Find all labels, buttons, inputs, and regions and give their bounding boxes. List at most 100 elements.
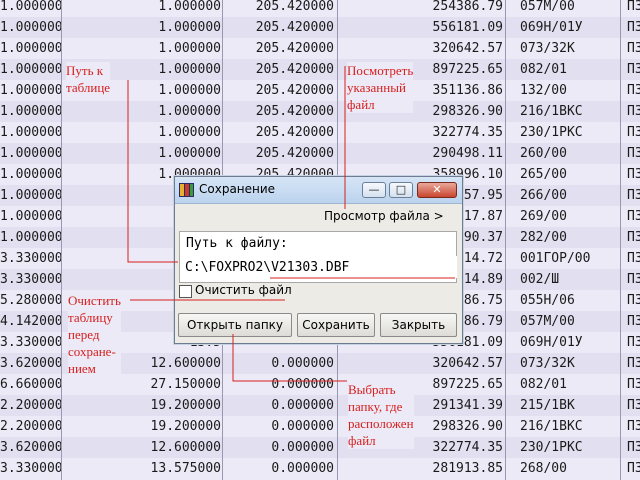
table-cell: 205.420000 [255,104,334,119]
table-cell: 3.330000 [0,461,63,476]
window-close-button[interactable]: ✕ [417,182,457,198]
view-file-link[interactable]: Просмотр файла > [324,209,444,223]
table-cell: 1.000000 [0,125,63,140]
table-cell: 0.000000 [271,419,334,434]
table-cell: 19.200000 [150,419,221,434]
table-cell: 069H/01У [520,20,583,35]
annotation-choose-folder: Выбрать папку, где расположен файл [348,381,414,449]
table-cell: 215/1BK [520,398,575,413]
table-cell: 205.420000 [255,62,334,77]
table-cell: П3 [627,83,640,98]
table-row: 6.660000 27.150000 0.000000 897225.65 082/01… [0,374,640,395]
table-cell: 230/1PKC [520,440,583,455]
table-cell: 260/00 [520,146,567,161]
table-cell: 1.000000 [158,125,221,140]
table-cell: 5.280000 [0,293,63,308]
table-cell: П3 [627,41,640,56]
close-button[interactable]: Закрыть [380,313,457,337]
table-cell: 1.000000 [158,41,221,56]
table-cell: 265/00 [520,167,567,182]
table-row: 1.000000 1.000000 205.420000 556181.09 069H/… [0,17,640,38]
table-cell: 1.000000 [0,146,63,161]
table-cell: 3.330000 [0,272,63,287]
table-cell: П3 [627,125,640,140]
table-cell: 1.000000 [0,83,63,98]
table-cell: 1.000000 [0,188,63,203]
table-row: 1.000000 1.000000 205.420000 320642.57 073/3… [0,38,640,59]
table-cell: 320642.57 [432,41,503,56]
table-cell: 254386.79 [432,0,503,14]
annotation-view-file: Посмотреть указанный файл [347,62,414,113]
clear-file-label[interactable]: Очистить файл [195,283,292,297]
table-cell: П3 [627,20,640,35]
table-cell: 0.000000 [271,377,334,392]
table-cell: П3 [627,0,640,14]
clear-file-checkbox[interactable] [179,285,192,298]
table-row: 3.330000 13.575000 0.000000 281913.85 268/00… [0,458,640,479]
dialog-title: Сохранение [199,182,276,196]
table-cell: 0.000000 [271,440,334,455]
table-cell: П3 [627,314,640,329]
table-cell: П3 [627,335,640,350]
table-cell: 205.420000 [255,125,334,140]
table-cell: 1.000000 [0,230,63,245]
save-dialog: Сохранение — □ ✕ Просмотр файла > Путь к… [174,176,463,344]
table-cell: 055H/06 [520,293,575,308]
table-cell: П3 [627,104,640,119]
table-cell: П3 [627,272,640,287]
table-cell: 002/Ш [520,272,560,287]
open-folder-button[interactable]: Открыть папку [178,313,292,337]
table-cell: П3 [627,62,640,77]
table-cell: 001ГОР/00 [520,251,591,266]
table-cell: П3 [627,398,640,413]
table-cell: 268/00 [520,461,567,476]
table-cell: 057M/00 [520,314,575,329]
table-cell: 082/01 [520,62,567,77]
table-cell: П3 [627,356,640,371]
table-row: 1.000000 1.000000 205.420000 254386.79 057M/… [0,0,640,17]
table-cell: 3.620000 [0,356,63,371]
table-cell: 230/1PKC [520,125,583,140]
table-cell: 1.000000 [158,20,221,35]
table-cell: 2.200000 [0,419,63,434]
table-row: 1.000000 1.000000 205.420000 290498.11 260/0… [0,143,640,164]
table-cell: 27.150000 [150,377,221,392]
table-cell: 1.000000 [0,209,63,224]
table-cell: 205.420000 [255,20,334,35]
table-cell: 0.000000 [271,461,334,476]
dialog-titlebar[interactable]: Сохранение — □ ✕ [175,177,462,204]
table-cell: 1.000000 [0,0,63,14]
table-cell: П3 [627,209,640,224]
table-cell: 1.000000 [0,167,63,182]
path-label: Путь к файлу: [186,236,288,251]
table-cell: П3 [627,230,640,245]
table-cell: П3 [627,461,640,476]
table-cell: П3 [627,440,640,455]
table-cell: 320642.57 [432,356,503,371]
annotation-path-to-table: Путь к таблице [66,62,111,96]
table-cell: 1.000000 [0,62,63,77]
table-cell: 1.000000 [158,0,221,14]
table-row: 1.000000 1.000000 205.420000 322774.35 230/1… [0,122,640,143]
table-cell: 3.620000 [0,440,63,455]
table-cell: 0.000000 [271,356,334,371]
table-cell: 205.420000 [255,146,334,161]
table-cell: 556181.09 [432,20,503,35]
maximize-button[interactable]: □ [389,182,413,198]
table-cell: 205.420000 [255,0,334,14]
table-row: 2.200000 19.200000 0.000000 291341.39 215/1B… [0,395,640,416]
path-input[interactable] [183,256,457,278]
table-cell: 1.000000 [158,146,221,161]
table-cell: 3.330000 [0,251,63,266]
table-row: 1.000000 1.000000 205.420000 298326.90 216/1… [0,101,640,122]
table-cell: 19.200000 [150,398,221,413]
table-row: 3.620000 12.600000 0.000000 322774.35 230/1P… [0,437,640,458]
minimize-button[interactable]: — [362,182,386,198]
table-cell: 057M/00 [520,0,575,14]
table-cell: 269/00 [520,209,567,224]
table-cell: П3 [627,293,640,308]
column-divider [61,0,62,480]
table-cell: 12.600000 [150,440,221,455]
save-button[interactable]: Сохранить [297,313,375,337]
table-row: 2.200000 19.200000 0.000000 298326.90 216/1B… [0,416,640,437]
